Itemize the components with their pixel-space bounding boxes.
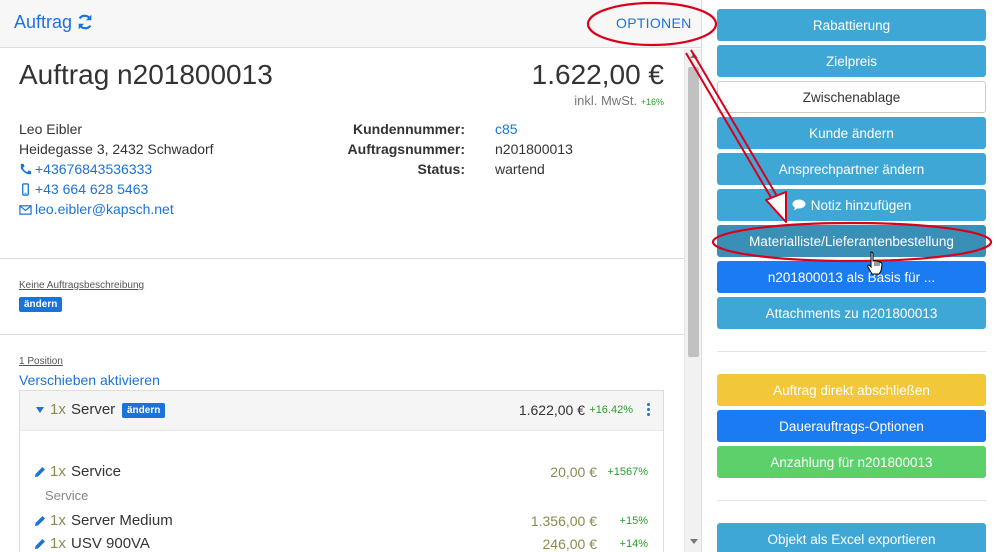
add-note-button[interactable]: Notiz hinzufügen — [717, 189, 986, 221]
down-payment-button[interactable]: Anzahlung für n201800013 — [717, 446, 986, 478]
divider — [717, 500, 986, 501]
change-contact-button[interactable]: Ansprechpartner ändern — [717, 153, 986, 185]
tax-note-pct: +16% — [640, 97, 664, 107]
item-subtitle: Service — [45, 488, 89, 503]
group-price: 1.622,00 € — [518, 402, 585, 418]
export-excel-button[interactable]: Objekt als Excel exportieren — [717, 523, 986, 552]
envelope-icon — [19, 204, 32, 215]
email-link[interactable]: leo.eibler@kapsch.net — [19, 199, 214, 219]
refresh-icon[interactable] — [76, 12, 94, 32]
app-root: Auftrag OPTIONEN Auftrag n201800013 1.62… — [0, 0, 996, 552]
meta-row-status: Status: wartend — [340, 159, 573, 179]
group-qty: 1x — [50, 401, 66, 418]
group-edit-button[interactable]: ändern — [122, 403, 166, 418]
customer-number-link[interactable]: c85 — [495, 119, 518, 139]
mobile-link[interactable]: +43 664 628 5463 — [19, 179, 214, 199]
email-address: leo.eibler@kapsch.net — [35, 201, 174, 217]
standing-order-options-button[interactable]: Dauerauftrags-Optionen — [717, 410, 986, 442]
meta-label: Status: — [417, 161, 465, 177]
divider — [717, 351, 986, 352]
scroll-up-icon[interactable] — [690, 53, 698, 58]
divider — [0, 258, 684, 259]
divider — [0, 334, 684, 335]
status-value: wartend — [495, 161, 545, 177]
mobile-icon — [22, 182, 29, 196]
position-group-card: 1x Server ändern 1.622,00 € +16.42% 1x S… — [19, 390, 664, 552]
position-item: 1x Server Medium 1.356,00 € +15% — [34, 511, 654, 533]
order-topbar: Auftrag OPTIONEN — [0, 0, 701, 48]
change-customer-button[interactable]: Kunde ändern — [717, 117, 986, 149]
material-list-button[interactable]: Materialliste/Lieferantenbestellung — [717, 225, 986, 257]
move-positions-link[interactable]: Verschieben aktivieren — [19, 372, 160, 388]
customer-name: Leo Eibler — [19, 121, 83, 137]
pencil-icon[interactable] — [34, 538, 46, 550]
use-as-basis-button[interactable]: n201800013 als Basis für ... — [717, 261, 986, 293]
item-qty: 1x — [50, 535, 66, 552]
item-price: 1.356,00 € — [530, 513, 597, 529]
item-name: Service — [71, 463, 122, 480]
hand-cursor-icon — [867, 251, 883, 275]
item-pct: +1567% — [607, 466, 648, 478]
item-qty: 1x — [50, 463, 66, 480]
attachments-button[interactable]: Attachments zu n201800013 — [717, 297, 986, 329]
order-total: 1.622,00 € — [531, 59, 664, 90]
position-group-header[interactable]: 1x Server ändern 1.622,00 € +16.42% — [20, 391, 663, 431]
tax-note: inkl. MwSt. +16% — [574, 93, 664, 108]
positions-count: 1 Position — [19, 356, 63, 367]
group-pct: +16.42% — [589, 404, 633, 416]
phone-link[interactable]: +43676843536333 — [19, 159, 214, 179]
close-order-button[interactable]: Auftrag direkt abschließen — [717, 374, 986, 406]
item-pct: +14% — [619, 538, 648, 550]
item-qty: 1x — [50, 512, 66, 529]
customer-address: Heidegasse 3, 2432 Schwadorf — [19, 141, 214, 157]
pencil-icon[interactable] — [34, 515, 46, 527]
phone-number: +43676843536333 — [35, 161, 153, 177]
pencil-icon[interactable] — [34, 466, 46, 478]
item-name: USV 900VA — [71, 535, 150, 552]
scroll-down-icon[interactable] — [690, 539, 698, 544]
meta-row-auftragsnummer: Auftragsnummer: n201800013 — [340, 139, 573, 159]
actions-panel: Rabattierung Zielpreis Zwischenablage Ku… — [703, 0, 996, 552]
scrollbar-thumb[interactable] — [688, 67, 699, 357]
meta-label: Auftragsnummer: — [347, 141, 465, 157]
target-price-button[interactable]: Zielpreis — [717, 45, 986, 77]
phone-icon — [20, 163, 32, 174]
meta-row-kundennummer: Kundennummer: c85 — [340, 119, 573, 139]
position-item: 1x USV 900VA 246,00 € +14% — [34, 534, 654, 552]
meta-value: n201800013 — [495, 141, 573, 157]
order-heading: Auftrag n201800013 — [19, 59, 273, 90]
item-price: 246,00 € — [542, 536, 598, 552]
order-meta: Kundennummer: c85 Auftragsnummer: n20180… — [340, 119, 573, 179]
description-edit-button[interactable]: ändern — [19, 297, 63, 312]
mobile-number: +43 664 628 5463 — [35, 181, 149, 197]
item-pct: +15% — [619, 515, 648, 527]
kebab-menu-icon[interactable] — [647, 403, 651, 417]
comment-icon — [792, 199, 806, 211]
scrollbar[interactable] — [684, 49, 701, 552]
meta-label: Kundennummer: — [353, 121, 465, 137]
position-item: 1x Service 20,00 € +1567% — [34, 462, 654, 484]
customer-address-block: Leo Eibler Heidegasse 3, 2432 Schwadorf … — [19, 119, 214, 219]
order-scroll-area: Auftrag n201800013 1.622,00 € inkl. MwSt… — [0, 49, 684, 552]
add-note-label: Notiz hinzufügen — [810, 197, 912, 213]
page-title: Auftrag — [14, 12, 73, 32]
order-panel: Auftrag OPTIONEN Auftrag n201800013 1.62… — [0, 0, 702, 552]
clipboard-button[interactable]: Zwischenablage — [717, 81, 986, 113]
options-button[interactable]: OPTIONEN — [616, 15, 692, 31]
discount-button[interactable]: Rabattierung — [717, 9, 986, 41]
group-name: Server — [71, 401, 116, 418]
description-label: Keine Auftragsbeschreibung — [19, 280, 145, 291]
tax-note-label: inkl. MwSt. — [574, 93, 638, 108]
item-name: Server Medium — [71, 512, 173, 529]
caret-down-icon[interactable] — [36, 407, 44, 413]
item-price: 20,00 € — [550, 464, 597, 480]
